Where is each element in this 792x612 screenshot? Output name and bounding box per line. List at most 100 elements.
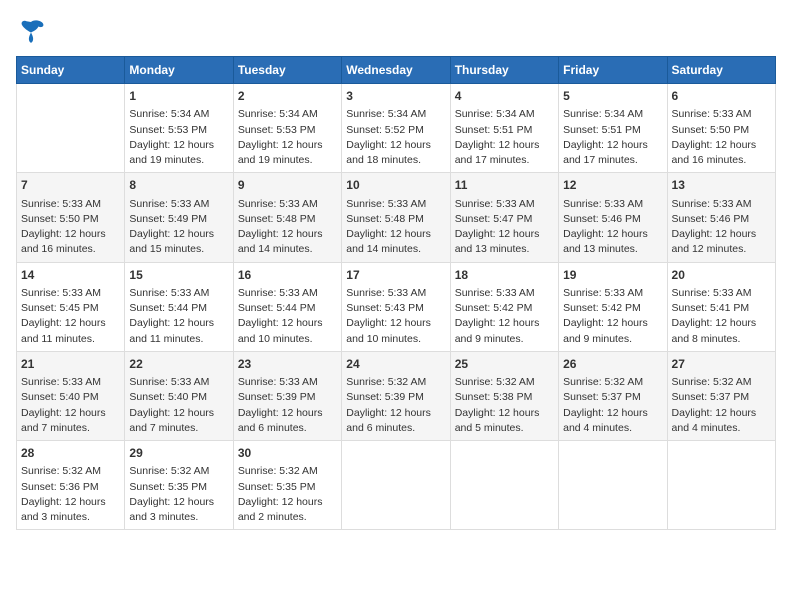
calendar-cell: 5Sunrise: 5:34 AM Sunset: 5:51 PM Daylig… bbox=[559, 84, 667, 173]
calendar-cell bbox=[342, 441, 450, 530]
cell-content: Sunrise: 5:33 AM Sunset: 5:50 PM Dayligh… bbox=[21, 197, 120, 258]
cell-content: Sunrise: 5:34 AM Sunset: 5:51 PM Dayligh… bbox=[455, 107, 554, 168]
cell-content: Sunrise: 5:32 AM Sunset: 5:39 PM Dayligh… bbox=[346, 375, 445, 436]
cell-content: Sunrise: 5:34 AM Sunset: 5:53 PM Dayligh… bbox=[129, 107, 228, 168]
calendar-cell: 2 Sunrise: 5:34 AM Sunset: 5:53 PM Daylig… bbox=[233, 84, 341, 173]
day-number: 16 bbox=[238, 267, 337, 284]
cell-content: Sunrise: 5:33 AM Sunset: 5:48 PM Dayligh… bbox=[346, 197, 445, 258]
header-thursday: Thursday bbox=[450, 57, 558, 84]
day-number: 7 bbox=[21, 177, 120, 194]
week-row-2: 7 Sunrise: 5:33 AM Sunset: 5:50 PM Daylig… bbox=[17, 173, 776, 262]
calendar-cell: 27 Sunrise: 5:32 AM Sunset: 5:37 PM Dayli… bbox=[667, 351, 775, 440]
calendar-cell: 29Sunrise: 5:32 AM Sunset: 5:35 PM Dayli… bbox=[125, 441, 233, 530]
header-tuesday: Tuesday bbox=[233, 57, 341, 84]
week-row-3: 14 Sunrise: 5:33 AM Sunset: 5:45 PM Dayli… bbox=[17, 262, 776, 351]
cell-content: Sunrise: 5:34 AM Sunset: 5:51 PM Dayligh… bbox=[563, 107, 662, 168]
cell-content: Sunrise: 5:33 AM Sunset: 5:47 PM Dayligh… bbox=[455, 197, 554, 258]
cell-content: Sunrise: 5:33 AM Sunset: 5:41 PM Dayligh… bbox=[672, 286, 771, 347]
calendar-cell: 11 Sunrise: 5:33 AM Sunset: 5:47 PM Dayli… bbox=[450, 173, 558, 262]
day-number: 11 bbox=[455, 177, 554, 194]
day-number: 12 bbox=[563, 177, 662, 194]
header-saturday: Saturday bbox=[667, 57, 775, 84]
calendar-cell: 24 Sunrise: 5:32 AM Sunset: 5:39 PM Dayli… bbox=[342, 351, 450, 440]
calendar-cell: 3 Sunrise: 5:34 AM Sunset: 5:52 PM Daylig… bbox=[342, 84, 450, 173]
calendar-cell: 15 Sunrise: 5:33 AM Sunset: 5:44 PM Dayli… bbox=[125, 262, 233, 351]
calendar-cell: 14 Sunrise: 5:33 AM Sunset: 5:45 PM Dayli… bbox=[17, 262, 125, 351]
day-number: 10 bbox=[346, 177, 445, 194]
cell-content: Sunrise: 5:32 AM Sunset: 5:35 PM Dayligh… bbox=[238, 464, 337, 525]
calendar-cell: 21 Sunrise: 5:33 AM Sunset: 5:40 PM Dayli… bbox=[17, 351, 125, 440]
day-number: 19 bbox=[563, 267, 662, 284]
day-number: 24 bbox=[346, 356, 445, 373]
calendar-cell: 26 Sunrise: 5:32 AM Sunset: 5:37 PM Dayli… bbox=[559, 351, 667, 440]
calendar-cell: 28 Sunrise: 5:32 AM Sunset: 5:36 PM Dayli… bbox=[17, 441, 125, 530]
cell-content: Sunrise: 5:33 AM Sunset: 5:40 PM Dayligh… bbox=[21, 375, 120, 436]
cell-content: Sunrise: 5:33 AM Sunset: 5:43 PM Dayligh… bbox=[346, 286, 445, 347]
logo-icon bbox=[16, 16, 46, 46]
day-number: 21 bbox=[21, 356, 120, 373]
week-row-5: 28 Sunrise: 5:32 AM Sunset: 5:36 PM Dayli… bbox=[17, 441, 776, 530]
calendar-cell: 10 Sunrise: 5:33 AM Sunset: 5:48 PM Dayli… bbox=[342, 173, 450, 262]
calendar-cell: 4Sunrise: 5:34 AM Sunset: 5:51 PM Daylig… bbox=[450, 84, 558, 173]
cell-content: Sunrise: 5:33 AM Sunset: 5:39 PM Dayligh… bbox=[238, 375, 337, 436]
day-number: 14 bbox=[21, 267, 120, 284]
week-row-1: 1 Sunrise: 5:34 AM Sunset: 5:53 PM Daylig… bbox=[17, 84, 776, 173]
calendar-cell: 12 Sunrise: 5:33 AM Sunset: 5:46 PM Dayli… bbox=[559, 173, 667, 262]
header-friday: Friday bbox=[559, 57, 667, 84]
cell-content: Sunrise: 5:33 AM Sunset: 5:48 PM Dayligh… bbox=[238, 197, 337, 258]
cell-content: Sunrise: 5:33 AM Sunset: 5:42 PM Dayligh… bbox=[455, 286, 554, 347]
cell-content: Sunrise: 5:32 AM Sunset: 5:36 PM Dayligh… bbox=[21, 464, 120, 525]
cell-content: Sunrise: 5:33 AM Sunset: 5:49 PM Dayligh… bbox=[129, 197, 228, 258]
logo bbox=[16, 16, 50, 46]
cell-content: Sunrise: 5:33 AM Sunset: 5:44 PM Dayligh… bbox=[238, 286, 337, 347]
calendar-cell: 7 Sunrise: 5:33 AM Sunset: 5:50 PM Daylig… bbox=[17, 173, 125, 262]
day-number: 29 bbox=[129, 445, 228, 462]
day-number: 22 bbox=[129, 356, 228, 373]
header-sunday: Sunday bbox=[17, 57, 125, 84]
day-number: 18 bbox=[455, 267, 554, 284]
calendar-cell: 25 Sunrise: 5:32 AM Sunset: 5:38 PM Dayli… bbox=[450, 351, 558, 440]
day-number: 28 bbox=[21, 445, 120, 462]
day-number: 8 bbox=[129, 177, 228, 194]
cell-content: Sunrise: 5:33 AM Sunset: 5:44 PM Dayligh… bbox=[129, 286, 228, 347]
calendar-cell bbox=[667, 441, 775, 530]
calendar-cell: 1 Sunrise: 5:34 AM Sunset: 5:53 PM Daylig… bbox=[125, 84, 233, 173]
calendar-cell bbox=[559, 441, 667, 530]
day-number: 1 bbox=[129, 88, 228, 105]
calendar-cell bbox=[17, 84, 125, 173]
calendar-cell: 6 Sunrise: 5:33 AM Sunset: 5:50 PM Daylig… bbox=[667, 84, 775, 173]
calendar-cell: 23 Sunrise: 5:33 AM Sunset: 5:39 PM Dayli… bbox=[233, 351, 341, 440]
calendar-cell bbox=[450, 441, 558, 530]
day-number: 26 bbox=[563, 356, 662, 373]
cell-content: Sunrise: 5:32 AM Sunset: 5:38 PM Dayligh… bbox=[455, 375, 554, 436]
cell-content: Sunrise: 5:33 AM Sunset: 5:46 PM Dayligh… bbox=[672, 197, 771, 258]
cell-content: Sunrise: 5:33 AM Sunset: 5:40 PM Dayligh… bbox=[129, 375, 228, 436]
calendar-cell: 22 Sunrise: 5:33 AM Sunset: 5:40 PM Dayli… bbox=[125, 351, 233, 440]
day-number: 17 bbox=[346, 267, 445, 284]
calendar-cell: 13 Sunrise: 5:33 AM Sunset: 5:46 PM Dayli… bbox=[667, 173, 775, 262]
calendar-table: SundayMondayTuesdayWednesdayThursdayFrid… bbox=[16, 56, 776, 530]
cell-content: Sunrise: 5:33 AM Sunset: 5:42 PM Dayligh… bbox=[563, 286, 662, 347]
day-number: 13 bbox=[672, 177, 771, 194]
cell-content: Sunrise: 5:33 AM Sunset: 5:50 PM Dayligh… bbox=[672, 107, 771, 168]
day-number: 6 bbox=[672, 88, 771, 105]
cell-content: Sunrise: 5:33 AM Sunset: 5:46 PM Dayligh… bbox=[563, 197, 662, 258]
day-number: 25 bbox=[455, 356, 554, 373]
cell-content: Sunrise: 5:34 AM Sunset: 5:52 PM Dayligh… bbox=[346, 107, 445, 168]
day-number: 27 bbox=[672, 356, 771, 373]
day-number: 3 bbox=[346, 88, 445, 105]
calendar-header-row: SundayMondayTuesdayWednesdayThursdayFrid… bbox=[17, 57, 776, 84]
calendar-body: 1 Sunrise: 5:34 AM Sunset: 5:53 PM Daylig… bbox=[17, 84, 776, 530]
day-number: 30 bbox=[238, 445, 337, 462]
calendar-cell: 19 Sunrise: 5:33 AM Sunset: 5:42 PM Dayli… bbox=[559, 262, 667, 351]
cell-content: Sunrise: 5:34 AM Sunset: 5:53 PM Dayligh… bbox=[238, 107, 337, 168]
cell-content: Sunrise: 5:32 AM Sunset: 5:37 PM Dayligh… bbox=[672, 375, 771, 436]
header bbox=[16, 16, 776, 46]
header-monday: Monday bbox=[125, 57, 233, 84]
day-number: 15 bbox=[129, 267, 228, 284]
day-number: 2 bbox=[238, 88, 337, 105]
cell-content: Sunrise: 5:33 AM Sunset: 5:45 PM Dayligh… bbox=[21, 286, 120, 347]
calendar-cell: 9Sunrise: 5:33 AM Sunset: 5:48 PM Daylig… bbox=[233, 173, 341, 262]
day-number: 23 bbox=[238, 356, 337, 373]
cell-content: Sunrise: 5:32 AM Sunset: 5:37 PM Dayligh… bbox=[563, 375, 662, 436]
